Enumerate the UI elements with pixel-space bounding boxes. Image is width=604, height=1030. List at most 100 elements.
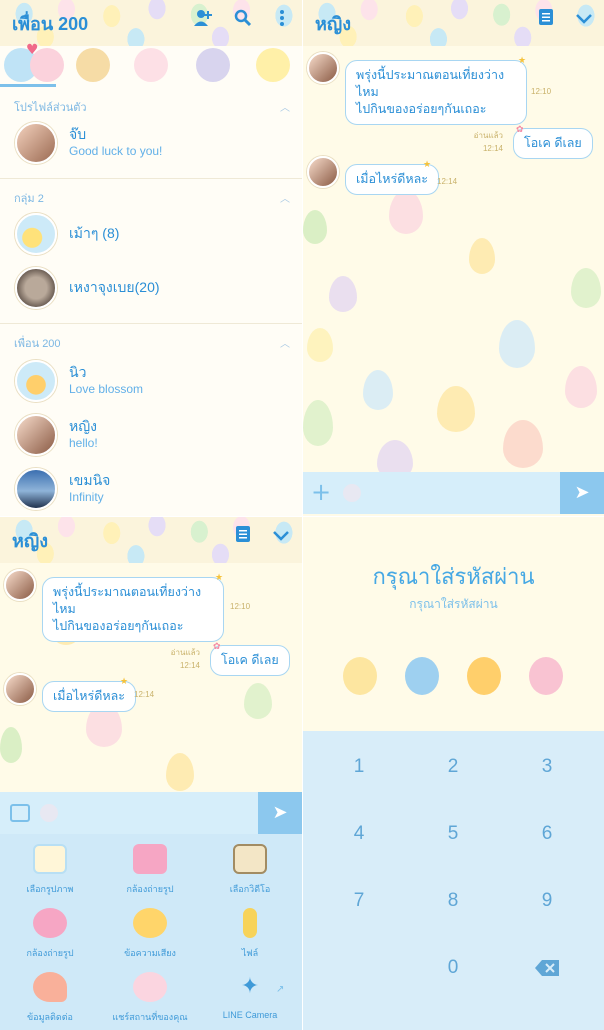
key-6[interactable]: 6: [497, 801, 597, 867]
friend-status: hello!: [69, 436, 98, 450]
add-friend-icon[interactable]: [192, 9, 214, 31]
tigger-bunny-icon: [467, 657, 501, 695]
key-8[interactable]: 8: [403, 868, 503, 934]
external-arrow-icon: ↗: [276, 984, 285, 995]
my-profile-row[interactable]: จ๊บ Good luck to you!: [0, 118, 302, 170]
chat-input-bar[interactable]: ➤: [0, 792, 302, 834]
location-icon: [133, 972, 167, 1002]
egg-decoration: [303, 400, 333, 446]
message-line: พรุ่งนี้ประมาณตอนเที่ยงว่างไหม: [356, 68, 505, 99]
egg-decoration: [0, 727, 22, 763]
collapse-caret-icon[interactable]: ︿: [280, 335, 290, 350]
key-0[interactable]: 0: [403, 935, 503, 1001]
egg-decoration: [571, 268, 601, 308]
eeyore-bunny-icon: [529, 657, 563, 695]
chat-input-bar[interactable]: + ➤: [303, 472, 604, 514]
send-button[interactable]: ➤: [560, 472, 604, 514]
message-line: ไปกินของอร่อยๆกันเถอะ: [53, 619, 184, 633]
eeyore-bunny-icon: [196, 48, 230, 82]
message-bubble[interactable]: พรุ่งนี้ประมาณตอนเที่ยงว่างไหม ไปกินของอ…: [345, 60, 527, 125]
character-decoration-row: ♥: [0, 38, 302, 88]
avatar: [15, 267, 57, 309]
attach-voice[interactable]: ข้อความเสียง: [100, 908, 200, 960]
send-button[interactable]: ➤: [258, 792, 302, 834]
key-3[interactable]: 3: [497, 734, 597, 800]
key-9[interactable]: 9: [497, 868, 597, 934]
group-row[interactable]: เหงาจุงเบย(20): [0, 263, 302, 315]
message-time: 12:14: [437, 177, 458, 186]
pooh-bunny-icon: [256, 48, 290, 82]
keyboard-icon[interactable]: [10, 804, 30, 822]
message-bubble-sent[interactable]: โอเค ดีเลย: [513, 128, 593, 159]
message-bubble-sent[interactable]: โอเค ดีเลย: [210, 645, 290, 676]
attach-camera[interactable]: กล้องถ่ายรูป: [100, 844, 200, 896]
attach-video[interactable]: เลือกวิดีโอ: [200, 844, 300, 896]
pooh-bunny-icon: [405, 657, 439, 695]
message-time: 12:14: [482, 144, 503, 153]
contact-icon: [33, 972, 67, 1002]
chevron-down-icon[interactable]: [573, 9, 595, 31]
egg-decoration: [565, 366, 597, 408]
sticker-icon[interactable]: [343, 484, 361, 502]
key-7[interactable]: 7: [309, 868, 409, 934]
group-row[interactable]: เม้าๆ (8): [0, 209, 302, 261]
avatar: [15, 122, 57, 164]
more-menu-icon[interactable]: [271, 9, 293, 31]
avatar[interactable]: [4, 673, 36, 705]
message-time: 12:14: [179, 661, 200, 670]
egg-decoration: [469, 238, 495, 274]
avatar[interactable]: [307, 156, 339, 188]
friend-name: หญิง: [69, 418, 97, 434]
attach-contact[interactable]: ข้อมูลติดต่อ: [0, 972, 100, 1024]
avatar[interactable]: [307, 52, 339, 84]
numeric-keypad: 1 2 3 4 5 6 7 8 9 0: [303, 731, 604, 1030]
key-1[interactable]: 1: [309, 734, 409, 800]
heart-icon: ♥: [26, 42, 39, 58]
sticker-icon[interactable]: [40, 804, 58, 822]
avatar: [15, 360, 57, 402]
attach-video-camera[interactable]: กล้องถ่ายรูป: [0, 908, 100, 960]
friend-row[interactable]: นิว Love blossom: [0, 356, 302, 408]
collapse-caret-icon[interactable]: ︿: [280, 190, 290, 205]
avatar: [15, 414, 57, 456]
key-4[interactable]: 4: [309, 801, 409, 867]
attach-photo[interactable]: เลือกรูปภาพ: [0, 844, 100, 896]
friend-name: จ๊บ: [69, 126, 87, 142]
friend-row[interactable]: เขมนิจ Infinity: [0, 464, 302, 516]
egg-decoration: [389, 190, 423, 234]
minnie-bunny-icon: [134, 48, 168, 82]
camera-icon: [133, 844, 167, 874]
attach-file[interactable]: ไฟล์: [200, 908, 300, 960]
message-time: 12:10: [230, 602, 251, 611]
message-bubble[interactable]: พรุ่งนี้ประมาณตอนเที่ยงว่างไหม ไปกินของอ…: [42, 577, 224, 642]
friend-row[interactable]: หญิง hello!: [0, 410, 302, 462]
group-name: เม้าๆ (8): [69, 225, 120, 241]
notes-icon[interactable]: [535, 9, 557, 31]
egg-decoration: [244, 683, 272, 719]
message-text: โอเค ดีเลย: [524, 136, 582, 150]
friend-status: Love blossom: [69, 382, 144, 396]
key-2[interactable]: 2: [403, 734, 503, 800]
attach-label: ไฟล์: [241, 948, 259, 958]
key-5[interactable]: 5: [403, 801, 503, 867]
egg-decoration: [503, 420, 543, 468]
backspace-key[interactable]: [497, 935, 597, 1001]
collapse-caret-icon[interactable]: ︿: [280, 99, 290, 114]
passcode-panel: กรุณาใส่รหัสผ่าน กรุณาใส่รหัสผ่าน 1 2 3 …: [303, 517, 604, 1030]
friend-name: นิว: [69, 364, 87, 380]
voice-icon: [133, 908, 167, 938]
chat-title: หญิง: [12, 531, 48, 551]
avatar[interactable]: [4, 569, 36, 601]
chevron-down-icon[interactable]: [270, 526, 292, 548]
egg-decoration: [499, 320, 535, 368]
notes-icon[interactable]: [232, 526, 254, 548]
attach-line-camera[interactable]: ✦ LINE Camera: [200, 972, 300, 1020]
section-title-groups: กลุ่ม 2: [14, 193, 44, 205]
search-icon[interactable]: [232, 9, 254, 31]
attach-label: เลือกรูปภาพ: [26, 884, 74, 894]
message-text: โอเค ดีเลย: [221, 653, 279, 667]
plus-icon[interactable]: +: [311, 480, 331, 504]
attach-location[interactable]: แชร์สถานที่ของคุณ: [100, 972, 200, 1024]
divider: [0, 323, 302, 324]
avatar: [15, 468, 57, 510]
